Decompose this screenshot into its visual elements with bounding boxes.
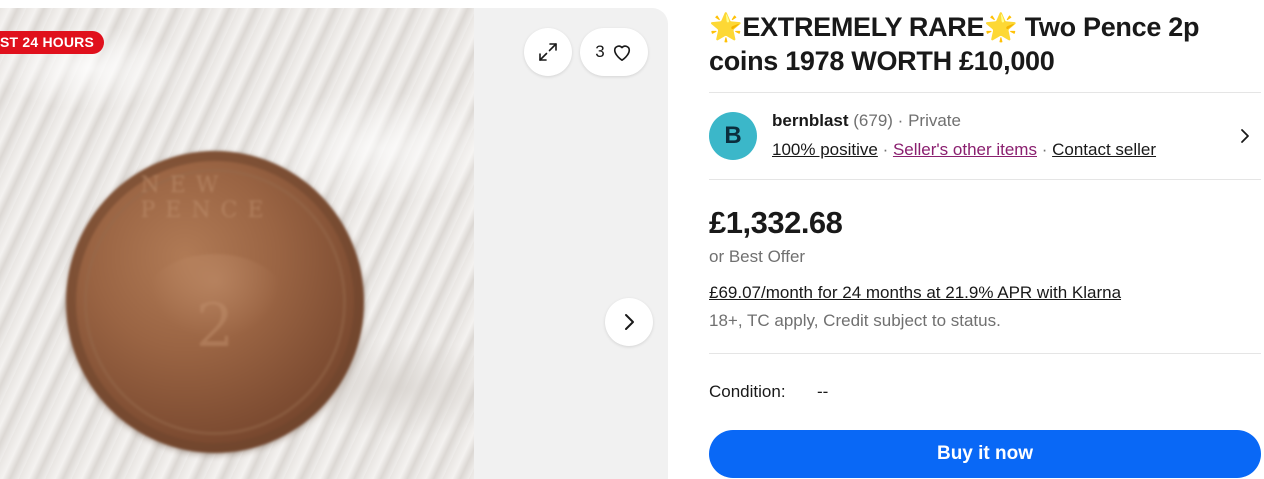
time-left-badge: ST 24 HOURS (0, 31, 104, 54)
price: £1,332.68 (709, 205, 843, 240)
condition-label: Condition: (709, 382, 786, 401)
condition-value: -- (817, 382, 829, 401)
image-gallery: NEW PENCE 2 ST 24 HOURS 3 (0, 8, 668, 479)
separator: · (1036, 140, 1053, 159)
watch-count: 3 (595, 42, 605, 61)
listing-title: 🌟EXTREMELY RARE🌟 Two Pence 2p coins 1978… (709, 10, 1261, 78)
seller-name[interactable]: bernblast (772, 111, 849, 130)
divider (709, 92, 1261, 93)
chevron-right-icon[interactable] (1237, 128, 1253, 144)
star-emoji: 🌟 (984, 12, 1018, 42)
seller-type: Private (908, 111, 961, 130)
divider (709, 353, 1261, 354)
best-offer-text: or Best Offer (709, 247, 806, 266)
expand-icon (539, 43, 557, 61)
separator: · (892, 111, 909, 130)
separator: · (877, 140, 893, 159)
financing-terms: 18+, TC apply, Credit subject to status. (709, 311, 1001, 330)
seller-other-items-link[interactable]: Seller's other items (893, 140, 1037, 159)
coin-image: NEW PENCE 2 (66, 151, 364, 453)
expand-button[interactable] (524, 28, 572, 76)
heart-icon (613, 45, 630, 61)
buy-it-now-button[interactable]: Buy it now (709, 430, 1261, 478)
contact-seller-link[interactable]: Contact seller (1052, 140, 1156, 159)
seller-feedback-count[interactable]: (679) (853, 111, 893, 130)
seller-avatar[interactable]: B (709, 112, 757, 160)
title-rare-text: EXTREMELY RARE (742, 12, 985, 42)
klarna-financing-link[interactable]: £69.07/month for 24 months at 21.9% APR … (709, 283, 1121, 303)
positive-feedback-link[interactable]: 100% positive (772, 140, 878, 159)
listing-photo[interactable]: NEW PENCE 2 (0, 8, 474, 479)
next-image-button[interactable] (605, 298, 653, 346)
seller-links: 100% positive · Seller's other items · C… (772, 140, 1156, 160)
watch-button[interactable]: 3 (580, 28, 648, 76)
seller-info: bernblast (679) · Private (772, 111, 961, 131)
chevron-right-icon (625, 314, 634, 330)
star-emoji: 🌟 (709, 12, 743, 42)
divider (709, 179, 1261, 180)
